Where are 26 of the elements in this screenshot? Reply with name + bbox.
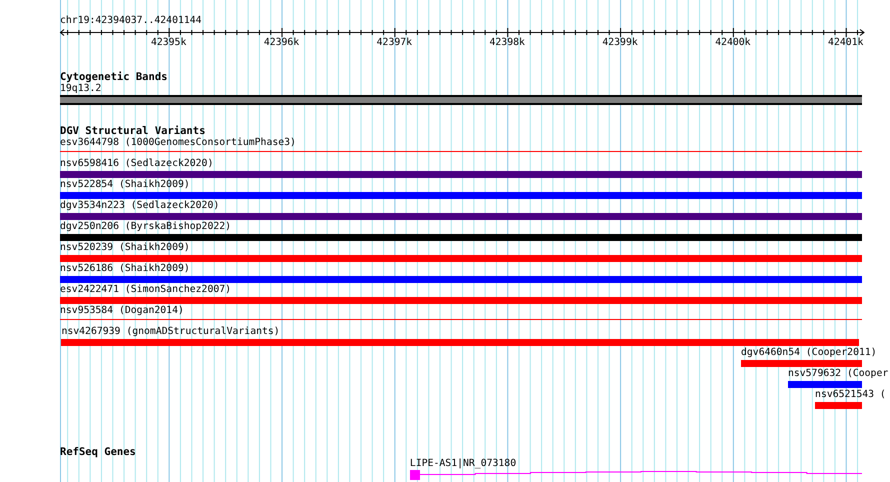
track-title: Cytogenetic Bands (60, 71, 168, 83)
feature-label: esv2422471 (SimonSanchez2007) (60, 284, 232, 296)
tick-label: 42398k (490, 37, 525, 49)
feature-label: dgv6460n54 (Cooper2011) (741, 347, 877, 359)
tick-label: 42401k (828, 37, 864, 49)
region-label: chr19:42394037..42401144 (60, 14, 203, 27)
tick-label: 42400k (715, 37, 751, 49)
feature-label: nsv520239 (Shaikh2009) (60, 242, 190, 254)
track-title: DGV Structural Variants (60, 125, 206, 137)
feature-label: dgv250n206 (ByrskaBishop2022) (60, 221, 232, 233)
feature-label: nsv953584 (Dogan2014) (60, 305, 184, 317)
feature-label: 19q13.2 (60, 83, 102, 95)
tick-label: 42397k (376, 37, 412, 49)
feature-label: dgv3534n223 (Sedlazeck2020) (60, 200, 220, 212)
track-title: RefSeq Genes (60, 446, 137, 458)
feature-label: nsv526186 (Shaikh2009) (60, 263, 190, 275)
feature-label: esv3644798 (1000GenomesConsortiumPhase3) (60, 137, 296, 149)
feature-label: LIPE-AS1|NR_073180 (410, 458, 516, 470)
feature-label: nsv579632 (Cooper (788, 368, 888, 380)
tick-label: 42396k (264, 37, 300, 49)
tick-label: 42395k (150, 37, 186, 49)
feature-label: nsv6598416 (Sedlazeck2020) (60, 158, 214, 170)
feature-label: nsv522854 (Shaikh2009) (60, 179, 190, 191)
feature-label: nsv4267939 (gnomADStructuralVariants) (61, 326, 280, 338)
tick-label: 42399k (602, 37, 638, 49)
feature-label: nsv6521543 ( (815, 389, 886, 401)
